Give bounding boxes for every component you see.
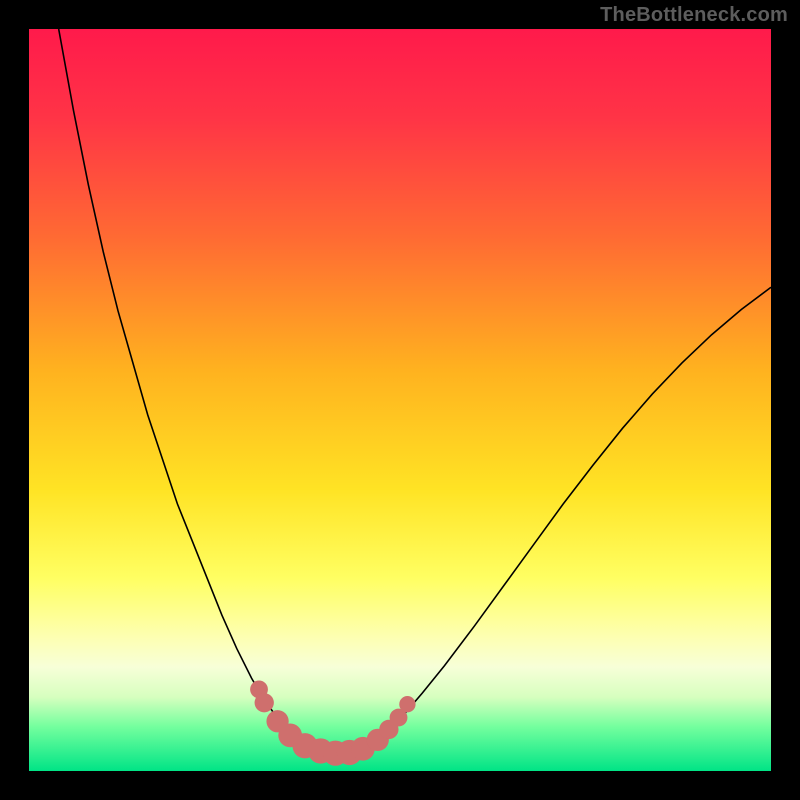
left-branch-curve: [59, 29, 311, 746]
valley-marker: [399, 696, 415, 712]
valley-marker: [255, 693, 274, 712]
marker-group: [250, 680, 415, 765]
watermark-text: TheBottleneck.com: [600, 4, 788, 27]
outer-frame: TheBottleneck.com: [0, 0, 800, 800]
curve-overlay: [29, 29, 771, 771]
right-branch-curve: [370, 287, 771, 746]
